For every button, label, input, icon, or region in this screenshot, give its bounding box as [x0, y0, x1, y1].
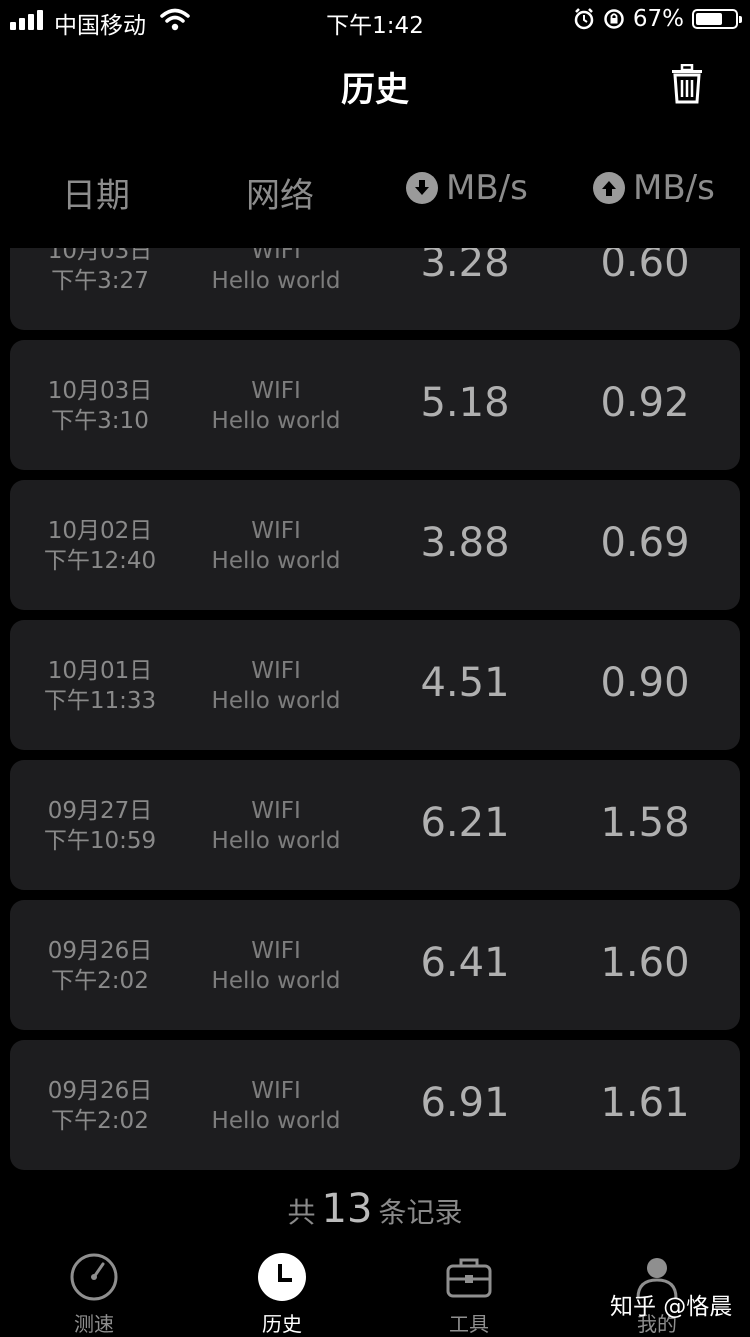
record-datetime: 09月27日 下午10:59: [43, 798, 157, 854]
list-item[interactable]: 10月03日 下午3:27 WIFI Hello world 3.28 0.60: [10, 248, 740, 330]
record-datetime: 09月26日 下午2:02: [47, 938, 153, 994]
record-network: WIFI Hello world: [211, 658, 341, 714]
record-datetime: 10月01日 下午11:33: [43, 658, 157, 714]
record-count: 13: [321, 1186, 373, 1232]
record-upload: 1.61: [600, 1080, 690, 1126]
record-upload: 0.92: [600, 380, 690, 426]
battery-icon: [692, 9, 742, 29]
status-bar: 中国移动 下午1:42 67%: [0, 0, 750, 40]
column-download: MB/s: [406, 168, 528, 208]
column-date: 日期: [62, 176, 130, 216]
record-upload: 1.58: [600, 800, 690, 846]
battery-percent: 67%: [632, 6, 684, 32]
rotation-lock-icon: [604, 9, 624, 29]
tab-speedtest[interactable]: 测速: [34, 1252, 154, 1337]
record-download: 6.41: [420, 940, 510, 986]
list-item[interactable]: 09月26日 下午2:02 WIFI Hello world 6.41 1.60: [10, 900, 740, 1030]
column-headers: 日期 网络 MB/s MB/s: [0, 160, 750, 220]
speedometer-icon: [69, 1252, 119, 1302]
tab-tools[interactable]: 工具: [409, 1252, 529, 1337]
list-item[interactable]: 10月01日 下午11:33 WIFI Hello world 4.51 0.90: [10, 620, 740, 750]
download-arrow-icon: [406, 172, 438, 204]
record-download: 5.18: [420, 380, 510, 426]
record-network: WIFI Hello world: [211, 1078, 341, 1134]
tab-history[interactable]: 历史: [222, 1252, 342, 1337]
record-count-summary: 共 13 条记录: [287, 1186, 463, 1232]
list-item[interactable]: 10月02日 下午12:40 WIFI Hello world 3.88 0.69: [10, 480, 740, 610]
column-network: 网络: [246, 176, 314, 216]
column-upload: MB/s: [593, 168, 715, 208]
record-upload: 1.60: [600, 940, 690, 986]
trash-icon[interactable]: [668, 64, 706, 104]
record-upload: 0.60: [600, 248, 690, 286]
alarm-icon: [574, 8, 594, 30]
record-download: 6.21: [420, 800, 510, 846]
record-upload: 0.90: [600, 660, 690, 706]
record-network: WIFI Hello world: [211, 798, 341, 854]
toolbox-icon: [444, 1252, 494, 1302]
record-network: WIFI Hello world: [211, 518, 341, 574]
record-datetime: 10月03日 下午3:27: [47, 248, 153, 294]
history-list[interactable]: 10月03日 下午3:27 WIFI Hello world 3.28 0.60 1…: [0, 248, 750, 1178]
record-datetime: 09月26日 下午2:02: [47, 1078, 153, 1134]
record-download: 3.88: [420, 520, 510, 566]
record-network: WIFI Hello world: [211, 378, 341, 434]
list-item[interactable]: 09月26日 下午2:02 WIFI Hello world 6.91 1.61: [10, 1040, 740, 1170]
record-datetime: 10月02日 下午12:40: [43, 518, 157, 574]
clock-icon: [257, 1252, 307, 1302]
record-upload: 0.69: [600, 520, 690, 566]
upload-arrow-icon: [593, 172, 625, 204]
record-network: WIFI Hello world: [211, 938, 341, 994]
watermark: 知乎 @恪晨: [610, 1294, 733, 1320]
list-item[interactable]: 09月27日 下午10:59 WIFI Hello world 6.21 1.58: [10, 760, 740, 890]
record-datetime: 10月03日 下午3:10: [47, 378, 153, 434]
record-network: WIFI Hello world: [211, 248, 341, 294]
page-title: 历史: [341, 70, 409, 110]
record-download: 6.91: [420, 1080, 510, 1126]
record-download: 3.28: [420, 248, 510, 286]
record-download: 4.51: [420, 660, 510, 706]
list-item[interactable]: 10月03日 下午3:10 WIFI Hello world 5.18 0.92: [10, 340, 740, 470]
